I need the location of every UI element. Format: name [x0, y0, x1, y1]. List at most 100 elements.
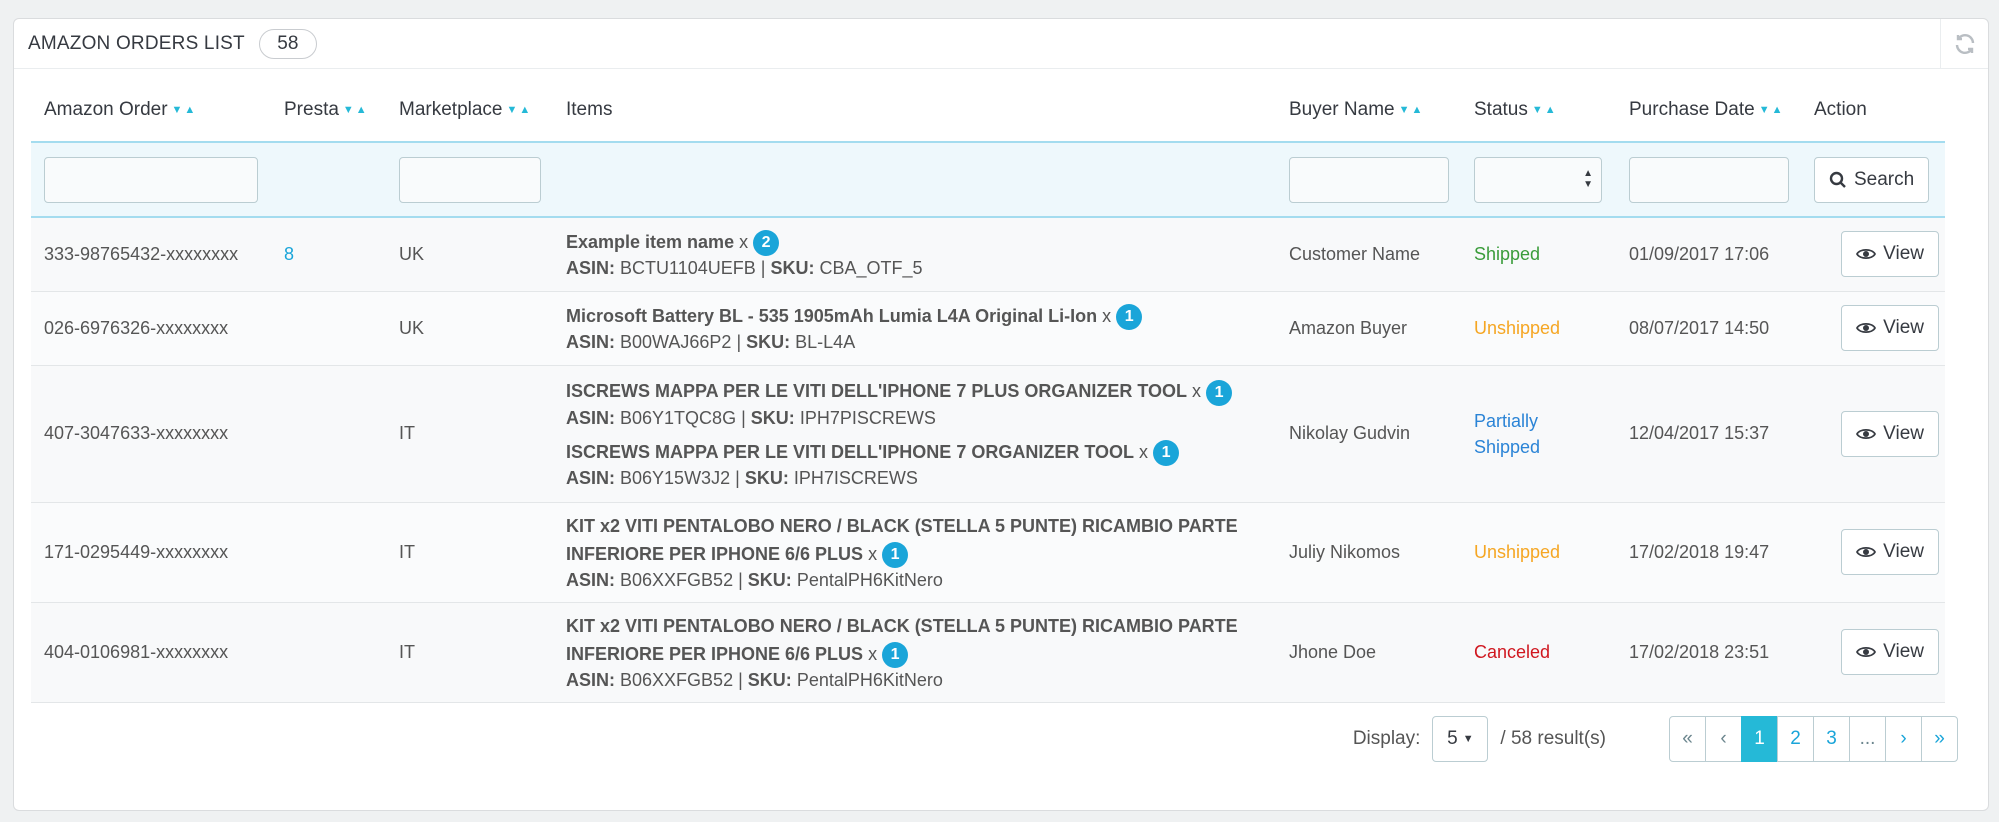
table-footer: Display: 5 ▼ / 58 result(s) « ‹ 1 2 3 ..…: [13, 713, 1989, 765]
sku-label: SKU:: [747, 570, 792, 591]
view-button[interactable]: View: [1841, 410, 1939, 457]
sort-icon[interactable]: ▼▲: [1759, 104, 1785, 116]
amazon-order-id: 407-3047633-xxxxxxxx: [44, 423, 229, 443]
sort-icon[interactable]: ▼▲: [507, 104, 533, 116]
purchase-date: 17/02/2018 19:47: [1629, 541, 1770, 562]
quantity-badge: 1: [882, 642, 909, 669]
display-label: Display:: [1352, 728, 1421, 749]
col-status[interactable]: Status ▼▲: [1461, 78, 1616, 142]
pagination: « ‹ 1 2 3 ... › »: [1669, 716, 1958, 762]
filter-status-select[interactable]: ▲ ▼: [1474, 156, 1602, 203]
purchase-date: 08/07/2017 14:50: [1629, 317, 1770, 338]
page-1-button[interactable]: 1: [1741, 716, 1778, 762]
results-count: / 58 result(s): [1500, 728, 1606, 749]
caret-down-icon: ▼: [1462, 733, 1474, 745]
separator: |: [738, 670, 743, 691]
status-label: Canceled: [1474, 642, 1551, 662]
sku-value: PentalPH6KitNero: [796, 570, 943, 591]
view-button[interactable]: View: [1841, 231, 1939, 278]
table-row: 404-0106981-xxxxxxxx IT KIT x2 VITI PENTAL…: [31, 602, 1945, 703]
sku-label: SKU:: [747, 670, 792, 691]
order-item: KIT x2 VITI PENTALOBO NERO / BLACK (STEL…: [566, 612, 1276, 692]
sku-value: IPH7PISCREWS: [799, 407, 936, 428]
status-label: Unshipped: [1474, 318, 1561, 338]
buyer-name: Jhone Doe: [1289, 641, 1377, 662]
times-sign: x: [1102, 305, 1112, 326]
times-sign: x: [1192, 381, 1202, 402]
buyer-name: Amazon Buyer: [1289, 317, 1408, 338]
quantity-badge: 1: [1206, 379, 1233, 406]
status-label: Shipped: [1474, 244, 1541, 265]
sku-label: SKU:: [744, 467, 789, 488]
page-ellipsis: ...: [1849, 716, 1886, 762]
col-purchase-date[interactable]: Purchase Date ▼▲: [1616, 78, 1801, 142]
separator: |: [736, 332, 742, 353]
purchase-date: 17/02/2018 23:51: [1629, 641, 1770, 662]
select-arrows-icon: ▲ ▼: [1583, 167, 1593, 190]
eye-icon: [1856, 249, 1877, 260]
col-buyer-name[interactable]: Buyer Name ▼▲: [1276, 78, 1461, 142]
order-item: Microsoft Battery BL - 535 1905mAh Lumia…: [566, 302, 1276, 354]
asin-label: ASIN:: [566, 407, 615, 428]
view-button[interactable]: View: [1841, 305, 1939, 351]
filter-marketplace-input[interactable]: [399, 156, 541, 203]
refresh-button[interactable]: [1940, 19, 1988, 69]
item-name: ISCREWS MAPPA PER LE VITI DELL'IPHONE 7 …: [566, 441, 1134, 462]
filter-buyer-name-input[interactable]: [1289, 156, 1449, 203]
times-sign: x: [868, 543, 878, 564]
first-page-button[interactable]: «: [1669, 716, 1706, 762]
sort-icon[interactable]: ▼▲: [172, 104, 198, 116]
sort-icon[interactable]: ▼▲: [1532, 104, 1558, 116]
table-row: 407-3047633-xxxxxxxx IT ISCREWS MAPPA PER …: [31, 365, 1945, 503]
separator: |: [760, 258, 766, 279]
order-item: Example item name x 2 ASIN: BCTU1104UEFB …: [566, 228, 1276, 280]
asin-value: B06XXFGB52: [620, 670, 734, 691]
eye-icon: [1856, 646, 1877, 658]
page-3-button[interactable]: 3: [1813, 716, 1850, 762]
view-button[interactable]: View: [1841, 629, 1939, 675]
asin-value: B06XXFGB52: [620, 570, 734, 591]
amazon-order-id: 333-98765432-xxxxxxxx: [44, 243, 239, 264]
buyer-name: Nikolay Gudvin: [1289, 423, 1411, 443]
marketplace: IT: [399, 541, 415, 562]
last-page-button[interactable]: »: [1921, 716, 1958, 762]
filter-amazon-order-input[interactable]: [44, 156, 258, 203]
col-presta[interactable]: Presta ▼▲: [271, 78, 386, 142]
asin-value: B06Y15W3J2: [620, 467, 731, 488]
amazon-order-id: 404-0106981-xxxxxxxx: [44, 641, 229, 662]
asin-label: ASIN:: [566, 258, 615, 279]
amazon-order-id: 026-6976326-xxxxxxxx: [44, 317, 229, 338]
eye-icon: [1856, 322, 1877, 334]
asin-label: ASIN:: [566, 467, 615, 488]
prev-page-button[interactable]: ‹: [1705, 716, 1742, 762]
times-sign: x: [739, 232, 749, 253]
filter-purchase-date-input[interactable]: [1629, 156, 1789, 203]
double-chevron-right-icon: »: [1934, 728, 1945, 749]
sort-icon[interactable]: ▼▲: [1399, 104, 1425, 116]
search-button[interactable]: Search: [1814, 156, 1930, 203]
refresh-icon: [1955, 34, 1974, 54]
order-item: ISCREWS MAPPA PER LE VITI DELL'IPHONE 7 …: [566, 438, 1276, 490]
buyer-name: Customer Name: [1289, 243, 1421, 264]
col-marketplace[interactable]: Marketplace ▼▲: [386, 78, 553, 142]
page-2-button[interactable]: 2: [1777, 716, 1814, 762]
sku-label: SKU:: [750, 407, 795, 428]
next-page-button[interactable]: ›: [1885, 716, 1922, 762]
display-select[interactable]: 5 ▼: [1432, 716, 1489, 762]
marketplace: IT: [399, 423, 415, 443]
marketplace: UK: [399, 317, 425, 338]
status-label: Partially Shipped: [1474, 410, 1541, 457]
asin-value: B00WAJ66P2: [620, 332, 732, 353]
separator: |: [735, 467, 740, 488]
presta-order-link[interactable]: 8: [284, 244, 294, 264]
view-button[interactable]: View: [1841, 529, 1939, 575]
asin-label: ASIN:: [566, 332, 615, 353]
quantity-badge: 1: [1153, 439, 1180, 466]
times-sign: x: [868, 643, 878, 664]
sku-value: PentalPH6KitNero: [796, 670, 943, 691]
col-amazon-order[interactable]: Amazon Order ▼▲: [31, 78, 271, 142]
sort-icon[interactable]: ▼▲: [343, 104, 369, 116]
table-row: 171-0295449-xxxxxxxx IT KIT x2 VITI PENTAL…: [31, 502, 1945, 603]
orders-table: Amazon Order ▼▲ Presta ▼▲ Marketplace ▼▲ It…: [31, 78, 1945, 703]
amazon-order-id: 171-0295449-xxxxxxxx: [44, 541, 229, 562]
